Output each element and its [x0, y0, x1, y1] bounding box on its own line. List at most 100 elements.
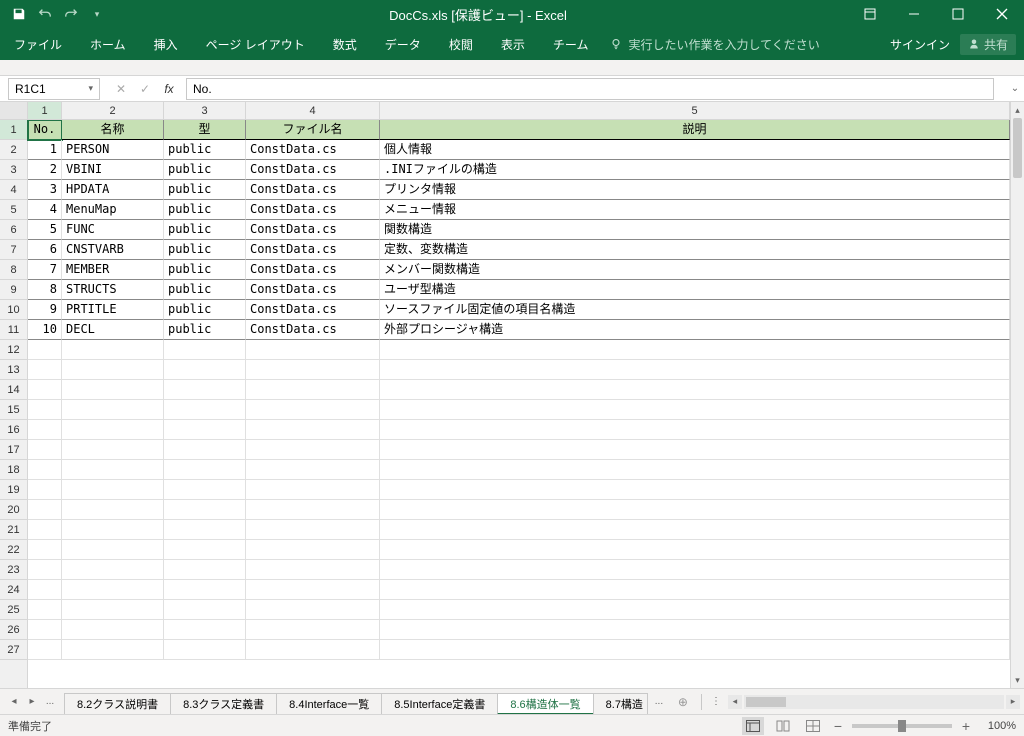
row-header[interactable]: 18: [0, 460, 27, 480]
cell[interactable]: public: [164, 160, 246, 180]
row-header[interactable]: 13: [0, 360, 27, 380]
scroll-left-icon[interactable]: ◂: [728, 695, 742, 709]
save-button[interactable]: [8, 3, 30, 25]
cell[interactable]: [246, 420, 380, 440]
cell[interactable]: ソースファイル固定値の項目名構造: [380, 300, 1010, 320]
cell[interactable]: [380, 480, 1010, 500]
cell[interactable]: [380, 360, 1010, 380]
cell[interactable]: [164, 640, 246, 660]
cell[interactable]: ConstData.cs: [246, 180, 380, 200]
redo-button[interactable]: [60, 3, 82, 25]
row-header[interactable]: 25: [0, 600, 27, 620]
cell[interactable]: [28, 600, 62, 620]
cell[interactable]: [28, 540, 62, 560]
cell[interactable]: [62, 640, 164, 660]
cell[interactable]: [164, 400, 246, 420]
cell[interactable]: ConstData.cs: [246, 320, 380, 340]
cell[interactable]: [164, 500, 246, 520]
close-button[interactable]: [980, 0, 1024, 28]
cell[interactable]: [246, 440, 380, 460]
ribbon-display-button[interactable]: [848, 0, 892, 28]
cell[interactable]: [380, 460, 1010, 480]
ribbon-tab[interactable]: データ: [371, 28, 435, 60]
cell[interactable]: FUNC: [62, 220, 164, 240]
cell[interactable]: DECL: [62, 320, 164, 340]
cell[interactable]: [380, 580, 1010, 600]
vertical-scrollbar[interactable]: ▴ ▾: [1010, 102, 1024, 688]
page-layout-view-button[interactable]: [772, 717, 794, 735]
cell[interactable]: プリンタ情報: [380, 180, 1010, 200]
ribbon-tab[interactable]: 表示: [487, 28, 539, 60]
cell[interactable]: [28, 340, 62, 360]
sheet-tab[interactable]: 8.7構造: [593, 693, 648, 715]
cell[interactable]: 7: [28, 260, 62, 280]
cell[interactable]: [28, 620, 62, 640]
cell[interactable]: ConstData.cs: [246, 240, 380, 260]
cell[interactable]: MenuMap: [62, 200, 164, 220]
cell[interactable]: public: [164, 140, 246, 160]
row-header[interactable]: 8: [0, 260, 27, 280]
cell[interactable]: 関数構造: [380, 220, 1010, 240]
cell[interactable]: [246, 400, 380, 420]
cell[interactable]: public: [164, 240, 246, 260]
cell[interactable]: public: [164, 280, 246, 300]
cell[interactable]: [246, 360, 380, 380]
cell[interactable]: [164, 600, 246, 620]
row-header[interactable]: 16: [0, 420, 27, 440]
cell[interactable]: [28, 580, 62, 600]
cell[interactable]: STRUCTS: [62, 280, 164, 300]
row-header[interactable]: 12: [0, 340, 27, 360]
zoom-in-button[interactable]: +: [960, 718, 972, 734]
cell[interactable]: 説明: [380, 120, 1010, 140]
cell[interactable]: [164, 420, 246, 440]
page-break-view-button[interactable]: [802, 717, 824, 735]
cell[interactable]: [380, 620, 1010, 640]
row-header[interactable]: 4: [0, 180, 27, 200]
cell[interactable]: 定数、変数構造: [380, 240, 1010, 260]
cell[interactable]: [62, 540, 164, 560]
row-header[interactable]: 26: [0, 620, 27, 640]
cell[interactable]: [246, 580, 380, 600]
sheet-nav-ellipsis[interactable]: ...: [42, 694, 58, 710]
cell[interactable]: CNSTVARB: [62, 240, 164, 260]
zoom-slider[interactable]: [852, 724, 952, 728]
cell[interactable]: [62, 500, 164, 520]
ribbon-tab[interactable]: 校閲: [435, 28, 487, 60]
cell[interactable]: 5: [28, 220, 62, 240]
cell[interactable]: ConstData.cs: [246, 220, 380, 240]
cell[interactable]: [380, 340, 1010, 360]
sheet-nav-prev[interactable]: ◂: [6, 694, 22, 710]
cell[interactable]: [380, 640, 1010, 660]
row-header[interactable]: 24: [0, 580, 27, 600]
ribbon-tab[interactable]: チーム: [539, 28, 603, 60]
cell[interactable]: [28, 460, 62, 480]
signin-link[interactable]: サインイン: [890, 36, 950, 53]
cell[interactable]: [164, 520, 246, 540]
cell[interactable]: [62, 620, 164, 640]
cell[interactable]: [62, 340, 164, 360]
cell[interactable]: [62, 560, 164, 580]
cell[interactable]: [380, 560, 1010, 580]
cell[interactable]: [28, 440, 62, 460]
cell[interactable]: [62, 420, 164, 440]
qat-customize-icon[interactable]: ▾: [86, 3, 108, 25]
cell[interactable]: MEMBER: [62, 260, 164, 280]
minimize-button[interactable]: [892, 0, 936, 28]
cell[interactable]: [246, 600, 380, 620]
cell[interactable]: [164, 580, 246, 600]
cell[interactable]: 外部プロシージャ構造: [380, 320, 1010, 340]
cell[interactable]: 型: [164, 120, 246, 140]
ribbon-tab[interactable]: 数式: [319, 28, 371, 60]
cell[interactable]: [62, 480, 164, 500]
cell[interactable]: No.: [28, 120, 62, 140]
normal-view-button[interactable]: [742, 717, 764, 735]
cell[interactable]: 1: [28, 140, 62, 160]
cell[interactable]: [62, 580, 164, 600]
cell[interactable]: 2: [28, 160, 62, 180]
ribbon-tab[interactable]: ページ レイアウト: [192, 28, 319, 60]
add-sheet-button[interactable]: ⊕: [671, 691, 695, 713]
cell[interactable]: 4: [28, 200, 62, 220]
formula-expand-button[interactable]: ⌄: [1010, 83, 1024, 94]
cell[interactable]: [28, 400, 62, 420]
row-header[interactable]: 5: [0, 200, 27, 220]
